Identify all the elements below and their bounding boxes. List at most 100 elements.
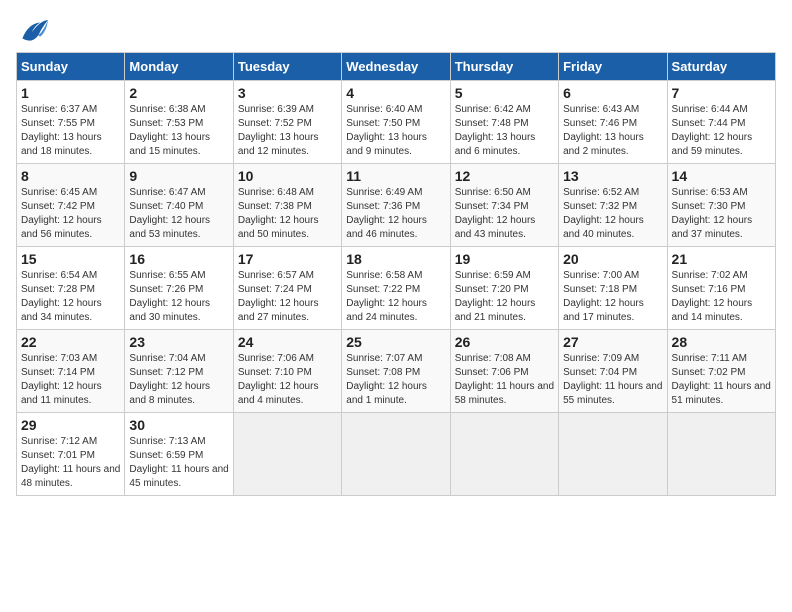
calendar-cell: 23 Sunrise: 7:04 AM Sunset: 7:12 PM Dayl…: [125, 330, 233, 413]
day-info: Sunrise: 6:59 AM Sunset: 7:20 PM Dayligh…: [455, 269, 554, 325]
day-number: 6: [563, 85, 662, 101]
day-number: 25: [346, 334, 445, 350]
calendar-cell: 30 Sunrise: 7:13 AM Sunset: 6:59 PM Dayl…: [125, 413, 233, 496]
day-number: 2: [129, 85, 228, 101]
day-info: Sunrise: 7:00 AM Sunset: 7:18 PM Dayligh…: [563, 269, 662, 325]
day-number: 23: [129, 334, 228, 350]
day-number: 8: [21, 168, 120, 184]
calendar-cell: 5 Sunrise: 6:42 AM Sunset: 7:48 PM Dayli…: [450, 81, 558, 164]
weekday-header-wednesday: Wednesday: [342, 53, 450, 81]
day-info: Sunrise: 7:06 AM Sunset: 7:10 PM Dayligh…: [238, 352, 337, 408]
day-info: Sunrise: 6:43 AM Sunset: 7:46 PM Dayligh…: [563, 103, 662, 159]
day-info: Sunrise: 6:47 AM Sunset: 7:40 PM Dayligh…: [129, 186, 228, 242]
calendar-week-1: 1 Sunrise: 6:37 AM Sunset: 7:55 PM Dayli…: [17, 81, 776, 164]
weekday-header-saturday: Saturday: [667, 53, 775, 81]
day-number: 19: [455, 251, 554, 267]
calendar-cell: 29 Sunrise: 7:12 AM Sunset: 7:01 PM Dayl…: [17, 413, 125, 496]
day-number: 10: [238, 168, 337, 184]
day-info: Sunrise: 6:52 AM Sunset: 7:32 PM Dayligh…: [563, 186, 662, 242]
page-header: [16, 16, 776, 44]
calendar-cell: 7 Sunrise: 6:44 AM Sunset: 7:44 PM Dayli…: [667, 81, 775, 164]
day-info: Sunrise: 7:04 AM Sunset: 7:12 PM Dayligh…: [129, 352, 228, 408]
calendar-cell: 15 Sunrise: 6:54 AM Sunset: 7:28 PM Dayl…: [17, 247, 125, 330]
calendar-cell: 25 Sunrise: 7:07 AM Sunset: 7:08 PM Dayl…: [342, 330, 450, 413]
weekday-header-tuesday: Tuesday: [233, 53, 341, 81]
calendar-cell: 14 Sunrise: 6:53 AM Sunset: 7:30 PM Dayl…: [667, 164, 775, 247]
day-number: 7: [672, 85, 771, 101]
calendar-cell: 6 Sunrise: 6:43 AM Sunset: 7:46 PM Dayli…: [559, 81, 667, 164]
calendar-week-2: 8 Sunrise: 6:45 AM Sunset: 7:42 PM Dayli…: [17, 164, 776, 247]
day-number: 4: [346, 85, 445, 101]
calendar-cell: 3 Sunrise: 6:39 AM Sunset: 7:52 PM Dayli…: [233, 81, 341, 164]
day-info: Sunrise: 6:37 AM Sunset: 7:55 PM Dayligh…: [21, 103, 120, 159]
day-number: 22: [21, 334, 120, 350]
day-number: 1: [21, 85, 120, 101]
calendar-cell: 17 Sunrise: 6:57 AM Sunset: 7:24 PM Dayl…: [233, 247, 341, 330]
day-info: Sunrise: 7:12 AM Sunset: 7:01 PM Dayligh…: [21, 435, 120, 491]
day-number: 29: [21, 417, 120, 433]
day-number: 27: [563, 334, 662, 350]
day-number: 15: [21, 251, 120, 267]
calendar-cell: 18 Sunrise: 6:58 AM Sunset: 7:22 PM Dayl…: [342, 247, 450, 330]
day-number: 28: [672, 334, 771, 350]
calendar-cell: 26 Sunrise: 7:08 AM Sunset: 7:06 PM Dayl…: [450, 330, 558, 413]
calendar-cell: 22 Sunrise: 7:03 AM Sunset: 7:14 PM Dayl…: [17, 330, 125, 413]
day-info: Sunrise: 7:09 AM Sunset: 7:04 PM Dayligh…: [563, 352, 662, 408]
day-number: 9: [129, 168, 228, 184]
day-info: Sunrise: 6:49 AM Sunset: 7:36 PM Dayligh…: [346, 186, 445, 242]
calendar-cell: [342, 413, 450, 496]
weekday-header-thursday: Thursday: [450, 53, 558, 81]
day-number: 12: [455, 168, 554, 184]
calendar-cell: [233, 413, 341, 496]
calendar-cell: 10 Sunrise: 6:48 AM Sunset: 7:38 PM Dayl…: [233, 164, 341, 247]
day-number: 5: [455, 85, 554, 101]
day-number: 17: [238, 251, 337, 267]
day-info: Sunrise: 6:44 AM Sunset: 7:44 PM Dayligh…: [672, 103, 771, 159]
calendar-cell: [667, 413, 775, 496]
calendar-cell: 20 Sunrise: 7:00 AM Sunset: 7:18 PM Dayl…: [559, 247, 667, 330]
day-info: Sunrise: 6:53 AM Sunset: 7:30 PM Dayligh…: [672, 186, 771, 242]
weekday-header-monday: Monday: [125, 53, 233, 81]
calendar-cell: 27 Sunrise: 7:09 AM Sunset: 7:04 PM Dayl…: [559, 330, 667, 413]
day-info: Sunrise: 7:07 AM Sunset: 7:08 PM Dayligh…: [346, 352, 445, 408]
calendar-cell: 8 Sunrise: 6:45 AM Sunset: 7:42 PM Dayli…: [17, 164, 125, 247]
calendar-cell: 12 Sunrise: 6:50 AM Sunset: 7:34 PM Dayl…: [450, 164, 558, 247]
day-info: Sunrise: 6:57 AM Sunset: 7:24 PM Dayligh…: [238, 269, 337, 325]
calendar-cell: 4 Sunrise: 6:40 AM Sunset: 7:50 PM Dayli…: [342, 81, 450, 164]
calendar-week-4: 22 Sunrise: 7:03 AM Sunset: 7:14 PM Dayl…: [17, 330, 776, 413]
day-info: Sunrise: 6:39 AM Sunset: 7:52 PM Dayligh…: [238, 103, 337, 159]
weekday-header-friday: Friday: [559, 53, 667, 81]
day-info: Sunrise: 6:50 AM Sunset: 7:34 PM Dayligh…: [455, 186, 554, 242]
day-info: Sunrise: 7:03 AM Sunset: 7:14 PM Dayligh…: [21, 352, 120, 408]
logo-bird-icon: [16, 16, 48, 44]
calendar-cell: 1 Sunrise: 6:37 AM Sunset: 7:55 PM Dayli…: [17, 81, 125, 164]
logo: [16, 16, 52, 44]
day-info: Sunrise: 6:42 AM Sunset: 7:48 PM Dayligh…: [455, 103, 554, 159]
day-info: Sunrise: 6:45 AM Sunset: 7:42 PM Dayligh…: [21, 186, 120, 242]
day-number: 11: [346, 168, 445, 184]
day-info: Sunrise: 7:08 AM Sunset: 7:06 PM Dayligh…: [455, 352, 554, 408]
day-info: Sunrise: 7:13 AM Sunset: 6:59 PM Dayligh…: [129, 435, 228, 491]
day-info: Sunrise: 6:40 AM Sunset: 7:50 PM Dayligh…: [346, 103, 445, 159]
day-number: 21: [672, 251, 771, 267]
calendar-cell: 13 Sunrise: 6:52 AM Sunset: 7:32 PM Dayl…: [559, 164, 667, 247]
day-number: 24: [238, 334, 337, 350]
calendar-cell: 9 Sunrise: 6:47 AM Sunset: 7:40 PM Dayli…: [125, 164, 233, 247]
weekday-header-sunday: Sunday: [17, 53, 125, 81]
day-number: 16: [129, 251, 228, 267]
day-number: 3: [238, 85, 337, 101]
calendar-cell: 16 Sunrise: 6:55 AM Sunset: 7:26 PM Dayl…: [125, 247, 233, 330]
day-number: 20: [563, 251, 662, 267]
calendar-week-3: 15 Sunrise: 6:54 AM Sunset: 7:28 PM Dayl…: [17, 247, 776, 330]
day-info: Sunrise: 6:38 AM Sunset: 7:53 PM Dayligh…: [129, 103, 228, 159]
calendar-header-row: SundayMondayTuesdayWednesdayThursdayFrid…: [17, 53, 776, 81]
calendar-cell: 24 Sunrise: 7:06 AM Sunset: 7:10 PM Dayl…: [233, 330, 341, 413]
calendar-cell: [559, 413, 667, 496]
day-number: 30: [129, 417, 228, 433]
day-info: Sunrise: 7:02 AM Sunset: 7:16 PM Dayligh…: [672, 269, 771, 325]
day-info: Sunrise: 6:55 AM Sunset: 7:26 PM Dayligh…: [129, 269, 228, 325]
calendar-cell: 21 Sunrise: 7:02 AM Sunset: 7:16 PM Dayl…: [667, 247, 775, 330]
day-info: Sunrise: 6:48 AM Sunset: 7:38 PM Dayligh…: [238, 186, 337, 242]
calendar-cell: 11 Sunrise: 6:49 AM Sunset: 7:36 PM Dayl…: [342, 164, 450, 247]
day-info: Sunrise: 7:11 AM Sunset: 7:02 PM Dayligh…: [672, 352, 771, 408]
